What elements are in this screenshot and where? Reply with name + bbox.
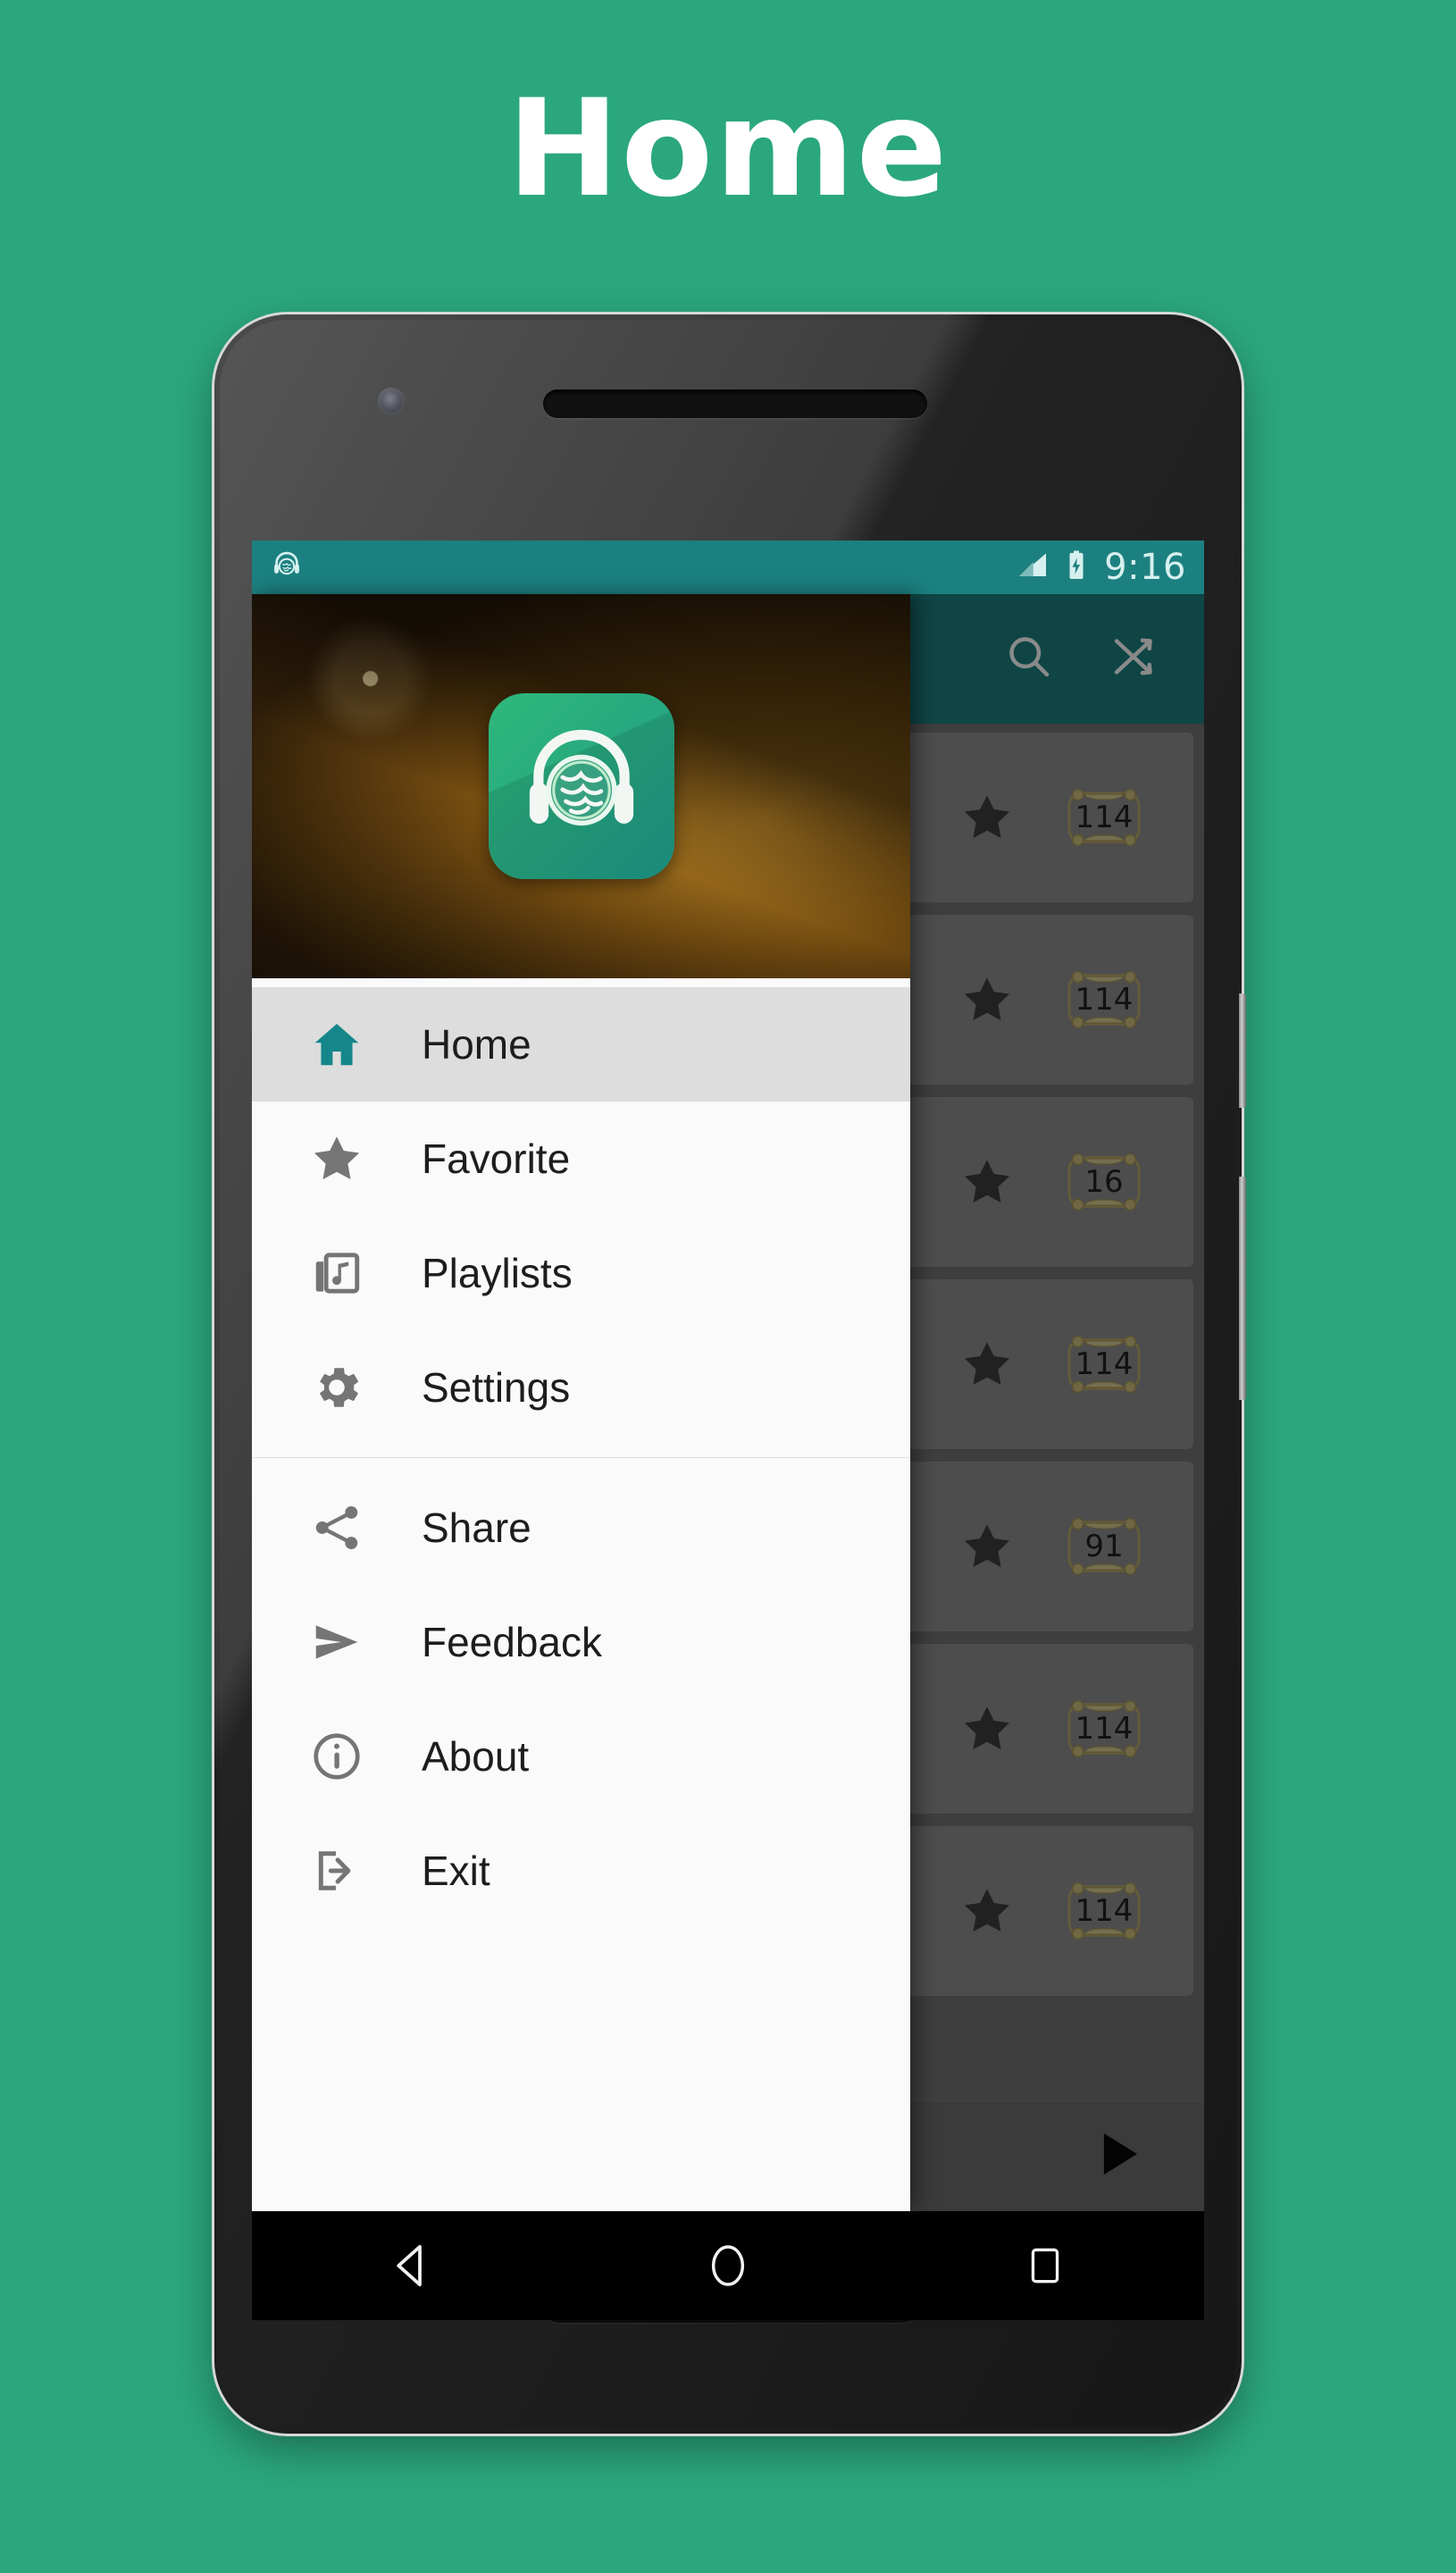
shuffle-icon[interactable] xyxy=(1108,630,1161,688)
navigation-drawer: Home Favorite Playlists Settings Share Feed… xyxy=(252,594,910,2211)
gear-icon xyxy=(307,1358,366,1417)
drawer-item-settings[interactable]: Settings xyxy=(252,1330,910,1445)
play-icon[interactable] xyxy=(1088,2125,1147,2188)
send-icon xyxy=(307,1613,366,1672)
ayah-count-label: 114 xyxy=(1075,1346,1134,1382)
phone-screen: 9:16 114 114 16 114 91 114 114 Home Favo… xyxy=(252,541,1204,2211)
drawer-item-home[interactable]: Home xyxy=(252,987,910,1102)
star-icon[interactable] xyxy=(959,1701,1015,1756)
info-icon xyxy=(307,1727,366,1786)
playlist-icon xyxy=(307,1244,366,1303)
home-icon xyxy=(307,1015,366,1074)
status-bar-indicators: 9:16 xyxy=(1017,547,1186,588)
status-bar: 9:16 xyxy=(252,541,1204,594)
exit-icon xyxy=(307,1841,366,1900)
drawer-item-label: About xyxy=(422,1733,530,1780)
drawer-item-label: Share xyxy=(422,1504,531,1551)
star-icon[interactable] xyxy=(959,972,1015,1027)
drawer-item-label: Home xyxy=(422,1021,531,1068)
drawer-item-label: Playlists xyxy=(422,1250,573,1296)
drawer-item-label: Settings xyxy=(422,1364,571,1411)
power-button[interactable] xyxy=(1239,993,1246,1108)
drawer-item-about[interactable]: About xyxy=(252,1699,910,1814)
drawer-item-label: Favorite xyxy=(422,1136,571,1182)
ayah-count-label: 16 xyxy=(1084,1164,1124,1200)
search-icon[interactable] xyxy=(1002,630,1056,688)
app-content: 114 114 16 114 91 114 114 Home Favorite … xyxy=(252,594,1204,2211)
ayah-count-badge: 114 xyxy=(1065,783,1143,852)
star-icon xyxy=(307,1129,366,1188)
ayah-count-badge: 114 xyxy=(1065,1876,1143,1946)
page-title: Home xyxy=(506,71,950,227)
ayah-count-badge: 114 xyxy=(1065,965,1143,1035)
ayah-count-badge: 114 xyxy=(1065,1694,1143,1764)
star-icon[interactable] xyxy=(959,1883,1015,1939)
drawer-menu: Home Favorite Playlists Settings Share Feed… xyxy=(252,978,910,2211)
drawer-item-label: Exit xyxy=(422,1848,490,1894)
drawer-item-feedback[interactable]: Feedback xyxy=(252,1585,910,1699)
battery-charging-icon xyxy=(1063,549,1090,586)
drawer-header xyxy=(252,594,910,978)
home-circle-icon[interactable] xyxy=(674,2234,782,2298)
star-icon[interactable] xyxy=(959,1519,1015,1574)
signal-bars-icon xyxy=(1017,549,1049,586)
ayah-count-badge: 114 xyxy=(1065,1329,1143,1399)
status-bar-clock: 9:16 xyxy=(1104,547,1186,588)
status-bar-notifications xyxy=(270,549,304,587)
earpiece-speaker xyxy=(543,390,927,418)
ayah-count-label: 114 xyxy=(1075,800,1134,835)
ayah-count-label: 114 xyxy=(1075,982,1134,1018)
star-icon[interactable] xyxy=(959,1337,1015,1392)
android-nav-bar xyxy=(252,2211,1204,2320)
drawer-item-label: Feedback xyxy=(422,1619,603,1665)
drawer-item-share[interactable]: Share xyxy=(252,1471,910,1585)
star-icon[interactable] xyxy=(959,790,1015,845)
drawer-menu-group-primary: Home Favorite Playlists Settings xyxy=(252,978,910,1454)
drawer-item-favorite[interactable]: Favorite xyxy=(252,1102,910,1216)
quran-audio-app-logo xyxy=(488,693,674,879)
front-camera-icon xyxy=(378,388,405,415)
ayah-count-badge: 91 xyxy=(1065,1512,1143,1581)
share-icon xyxy=(307,1498,366,1557)
ayah-count-label: 114 xyxy=(1075,1711,1134,1747)
phone-mockup: 9:16 114 114 16 114 91 114 114 Home Favo… xyxy=(214,314,1246,2434)
drawer-item-playlists[interactable]: Playlists xyxy=(252,1216,910,1330)
ayah-count-label: 114 xyxy=(1075,1893,1134,1929)
quran-headphones-notification-icon xyxy=(270,549,304,587)
star-icon[interactable] xyxy=(959,1154,1015,1210)
ayah-count-label: 91 xyxy=(1084,1529,1124,1564)
drawer-menu-group-secondary: Share Feedback About Exit xyxy=(252,1462,910,1937)
drawer-item-exit[interactable]: Exit xyxy=(252,1814,910,1928)
recents-square-icon[interactable] xyxy=(992,2234,1099,2298)
ayah-count-badge: 16 xyxy=(1065,1147,1143,1217)
drawer-menu-divider xyxy=(252,1457,910,1458)
back-triangle-icon[interactable] xyxy=(357,2234,464,2298)
volume-button[interactable] xyxy=(1239,1177,1246,1400)
